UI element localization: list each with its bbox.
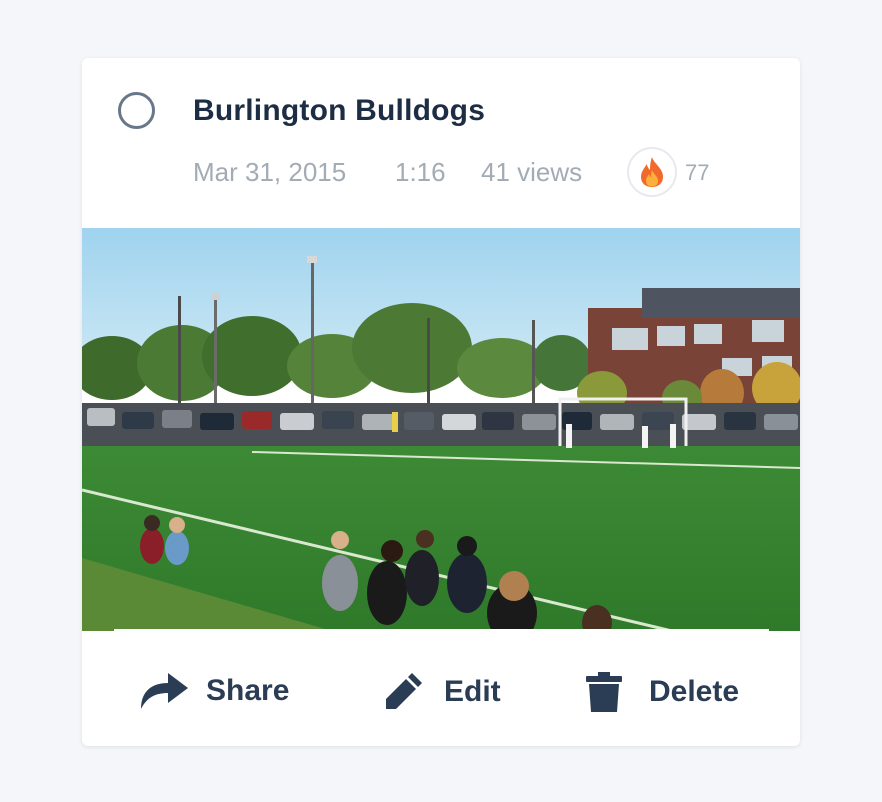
video-card: Burlington Bulldogs Mar 31, 2015 1:16 41… xyxy=(82,58,800,746)
trash-icon xyxy=(586,672,622,712)
pencil-icon xyxy=(386,673,422,709)
video-thumbnail[interactable] xyxy=(82,228,800,631)
share-label: Share xyxy=(206,674,290,707)
delete-label: Delete xyxy=(649,675,740,708)
video-date: Mar 31, 2015 xyxy=(193,157,347,187)
fire-count: 77 xyxy=(685,160,710,185)
delete-button[interactable]: Delete xyxy=(585,671,739,713)
select-checkbox[interactable] xyxy=(118,92,155,129)
video-title[interactable]: Burlington Bulldogs xyxy=(193,94,485,128)
video-views: 41 views xyxy=(481,157,583,187)
video-duration: 1:16 xyxy=(395,157,446,187)
edit-label: Edit xyxy=(444,675,501,708)
share-arrow-icon xyxy=(141,673,188,709)
fire-reaction-button[interactable] xyxy=(627,147,677,197)
fire-icon xyxy=(641,157,663,187)
edit-button[interactable]: Edit xyxy=(382,671,501,713)
action-bar: Share Edit Delete xyxy=(82,631,800,746)
share-button[interactable]: Share xyxy=(138,671,289,711)
